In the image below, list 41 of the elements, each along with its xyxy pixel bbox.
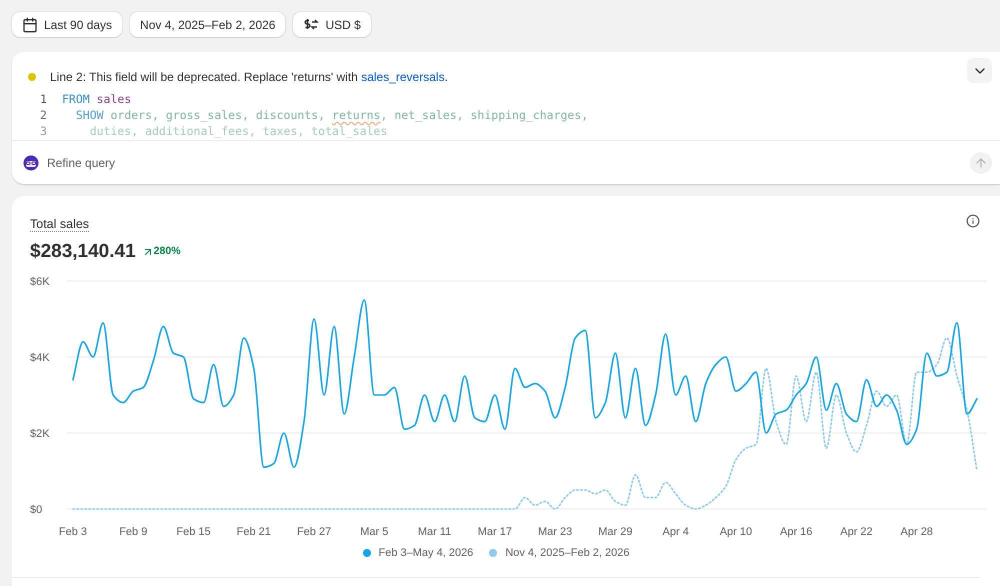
filter-button[interactable]: USD $ xyxy=(293,12,371,37)
line-number: 2 xyxy=(40,107,48,123)
x-axis-label: Mar 11 xyxy=(418,526,452,538)
metric-title: Total sales xyxy=(30,217,90,232)
x-axis-label: Mar 23 xyxy=(538,526,572,538)
info-icon[interactable] xyxy=(966,214,980,228)
calendar-icon xyxy=(22,16,38,32)
refine-query-field[interactable]: Refine query xyxy=(47,154,970,172)
code-line: SHOW orders, gross_sales, discounts, returns, net_sales, shipping_charges, xyxy=(74,107,588,123)
x-axis-label: Mar 17 xyxy=(478,526,512,538)
y-axis-label: $6K xyxy=(30,276,50,288)
x-axis-label: Apr 10 xyxy=(720,526,752,538)
filter-button[interactable]: Last 90 days xyxy=(12,12,122,37)
x-axis-label: Feb 15 xyxy=(176,526,211,538)
x-axis-label: Feb 27 xyxy=(296,526,332,538)
x-axis-label: Feb 3 xyxy=(58,526,88,538)
x-axis-label: Mar 29 xyxy=(598,526,633,538)
x-axis-label: Feb 21 xyxy=(236,526,271,538)
notice-text: Line 2: This field will be deprecated. Replace 'returns' with sales_reversals. xyxy=(50,69,448,86)
line-number: 3 xyxy=(40,123,48,139)
legend-label: Feb 3–May 4, 2026 xyxy=(378,546,474,560)
line-number: 1 xyxy=(40,91,48,107)
code-line: duties, additional_fees, taxes, total_sales xyxy=(88,123,388,139)
x-axis-label: Apr 22 xyxy=(840,526,873,538)
legend-label: Nov 4, 2025–Feb 2, 2026 xyxy=(505,546,630,560)
change-label: 280% xyxy=(142,244,181,260)
collapse-button[interactable] xyxy=(967,58,992,83)
y-axis-label: $4K xyxy=(30,352,50,364)
filter-button[interactable]: Nov 4, 2025–Feb 2, 2026 xyxy=(130,12,286,37)
metric-value: $283,140.41 xyxy=(30,240,136,264)
x-axis-label: Feb 9 xyxy=(119,526,148,538)
currency-swap-icon xyxy=(303,16,320,32)
field-link[interactable]: sales_reversals xyxy=(361,70,445,84)
y-axis-label: $0 xyxy=(30,504,42,516)
x-axis-label: Apr 28 xyxy=(900,526,933,538)
x-axis-label: Mar 5 xyxy=(360,526,388,538)
x-axis-label: Apr 4 xyxy=(662,526,689,538)
y-axis-label: $2K xyxy=(30,428,50,440)
code-line: FROM sales xyxy=(62,91,132,107)
x-axis-label: Apr 16 xyxy=(780,526,812,538)
assistant-avatar-icon xyxy=(23,154,39,170)
